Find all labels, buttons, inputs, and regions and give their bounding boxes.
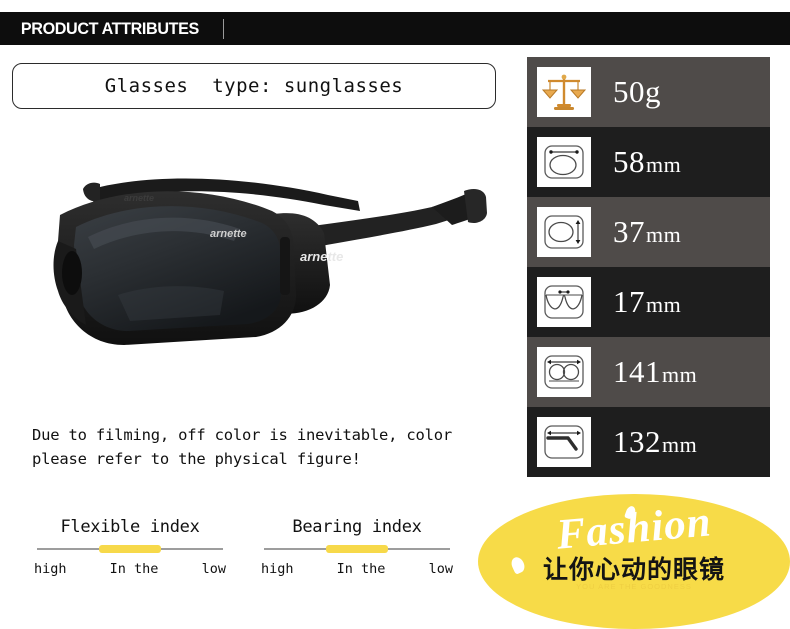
slider-fill: [326, 545, 388, 553]
color-disclaimer: Due to filming, off color is inevitable,…: [32, 423, 502, 471]
spec-table: 50 g 58 mm 37 mm 17 mm 141 mm 132 mm: [527, 57, 770, 477]
lens-height-icon: [537, 207, 591, 257]
bearing-label-high: high: [261, 561, 294, 577]
spec-unit: mm: [646, 222, 682, 247]
bearing-index-group: Bearing index high In the low: [257, 517, 457, 577]
spec-number: 37: [613, 214, 645, 249]
flexible-index-labels: high In the low: [34, 561, 226, 577]
brand-mark-arm: arnette: [124, 193, 154, 203]
flexible-label-middle: In the: [109, 561, 159, 577]
frame-width-icon: [537, 347, 591, 397]
sunglasses-illustration: arnette arnette arnette: [53, 178, 487, 345]
spec-row-weight: 50 g: [527, 57, 770, 127]
spec-number: 58: [613, 144, 645, 179]
left-column: Glasses type: sunglasses arnette arnette…: [0, 45, 520, 612]
spec-number: 141: [613, 354, 661, 389]
spec-unit: mm: [662, 432, 698, 457]
product-photo: arnette arnette arnette: [28, 145, 508, 375]
bearing-index-labels: high In the low: [261, 561, 453, 577]
disclaimer-line-2: please refer to the physical figure!: [32, 450, 361, 469]
flexible-label-high: high: [34, 561, 67, 577]
header-bar: PRODUCT ATTRIBUTES: [0, 12, 790, 45]
lens-width-icon: [537, 137, 591, 187]
flexible-index-group: Flexible index high In the low: [30, 517, 230, 577]
bearing-index-title: Bearing index: [292, 517, 422, 537]
spec-value-lens-height: 37 mm: [613, 214, 681, 250]
bearing-label-middle: In the: [336, 561, 386, 577]
bearing-label-low: low: [428, 561, 453, 577]
product-type-box: Glasses type: sunglasses: [12, 63, 496, 109]
page-title: PRODUCT ATTRIBUTES: [20, 18, 199, 38]
spec-number: 132: [613, 424, 661, 459]
spec-number: 17: [613, 284, 645, 319]
spec-row-temple-length: 132 mm: [527, 407, 770, 477]
flexible-index-title: Flexible index: [60, 517, 200, 537]
slider-fill: [99, 545, 161, 553]
fashion-badge: Fashion 让你心动的眼镜 YOU ARE THE GOODNESS: [478, 494, 790, 629]
spec-number: 50: [613, 74, 645, 109]
balance-scale-icon: [537, 67, 591, 117]
spec-value-weight: 50 g: [613, 74, 661, 110]
spec-value-bridge-width: 17 mm: [613, 284, 681, 320]
flexible-label-low: low: [201, 561, 226, 577]
spec-row-lens-height: 37 mm: [527, 197, 770, 267]
badge-sub-text: YOU ARE THE GOODNESS: [576, 582, 692, 591]
brand-mark-lens: arnette: [210, 228, 247, 240]
spec-value-frame-width: 141 mm: [613, 354, 697, 390]
header-divider: [223, 18, 225, 39]
spec-value-temple-length: 132 mm: [613, 424, 697, 460]
spec-value-lens-width: 58 mm: [613, 144, 681, 180]
flexible-index-slider[interactable]: [37, 545, 223, 554]
spec-row-bridge-width: 17 mm: [527, 267, 770, 337]
spec-unit: g: [645, 74, 661, 109]
spec-unit: mm: [662, 362, 698, 387]
temple-length-icon: [537, 417, 591, 467]
spec-unit: mm: [646, 292, 682, 317]
bridge-width-icon: [537, 277, 591, 327]
badge-chinese-text: 让你心动的眼镜: [542, 555, 725, 584]
bearing-index-slider[interactable]: [264, 545, 450, 554]
product-type-label: Glasses type: sunglasses: [104, 75, 404, 97]
disclaimer-line-1: Due to filming, off color is inevitable,…: [32, 426, 453, 444]
spec-row-lens-width: 58 mm: [527, 127, 770, 197]
brand-mark-temple: arnette: [300, 249, 343, 264]
spec-unit: mm: [646, 152, 682, 177]
spec-row-frame-width: 141 mm: [527, 337, 770, 407]
